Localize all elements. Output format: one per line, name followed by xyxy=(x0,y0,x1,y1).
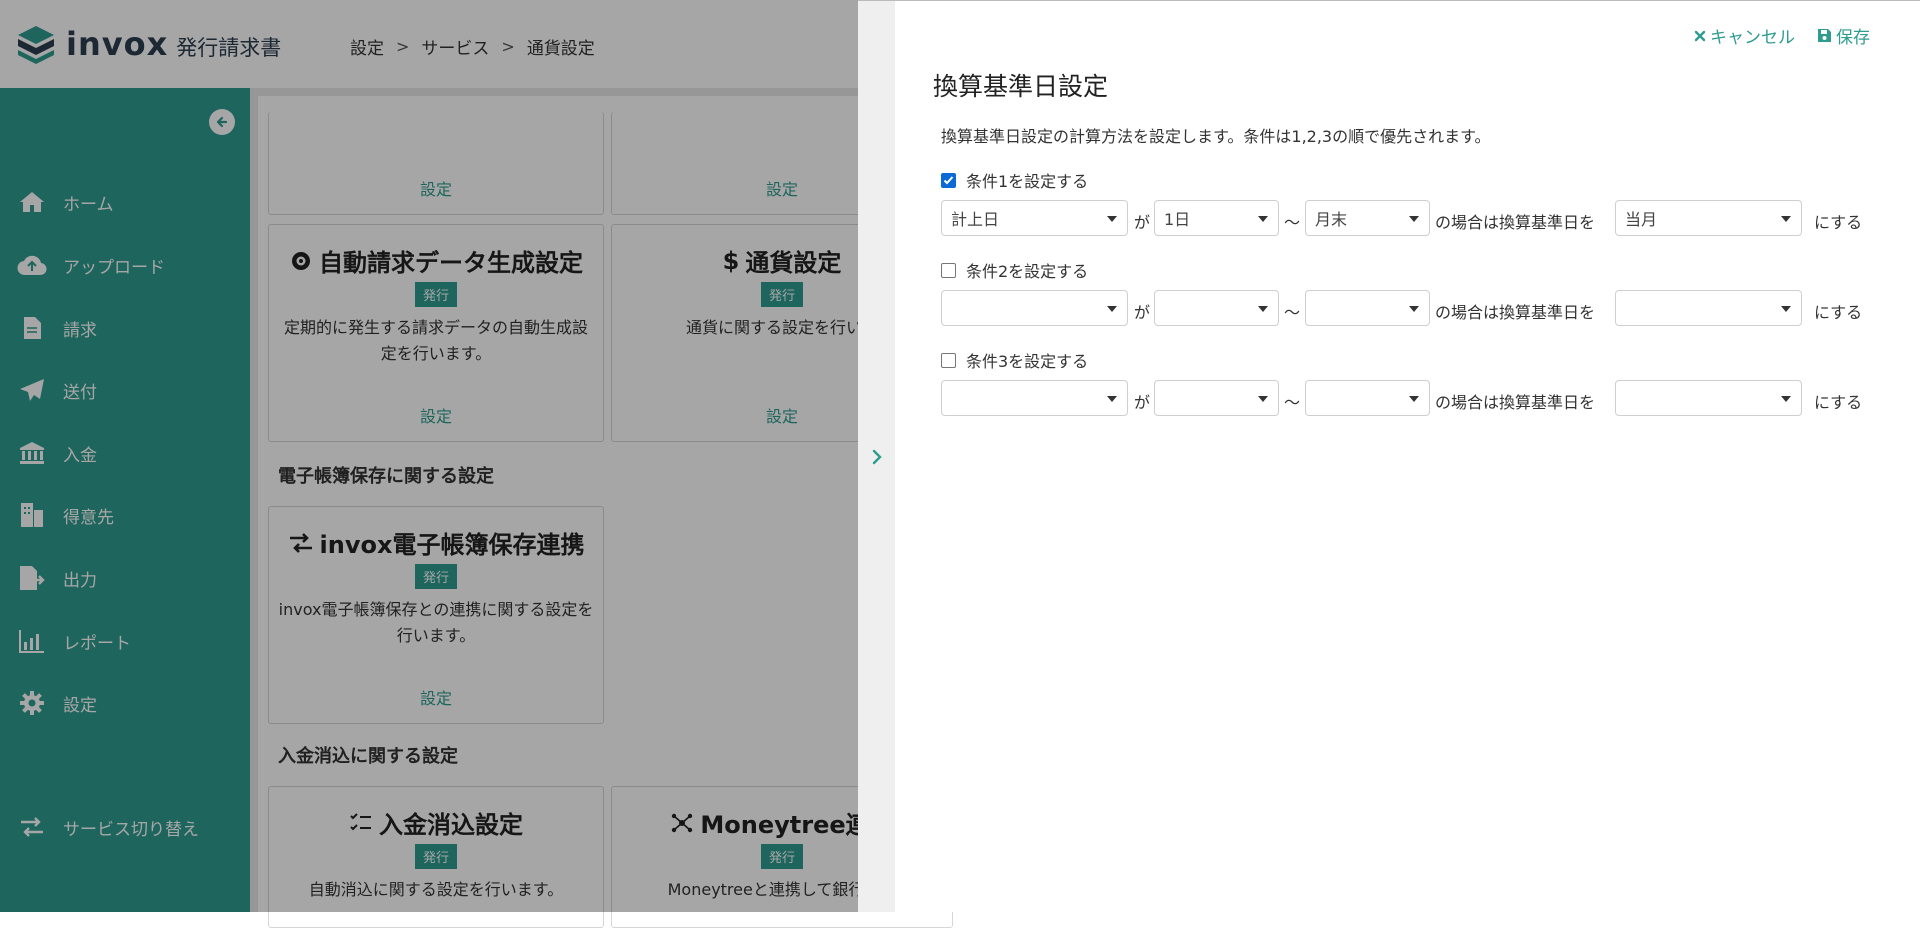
text-tilde: 〜 xyxy=(1284,303,1301,322)
text-make: にする xyxy=(1814,393,1863,412)
drawer-description: 換算基準日設定の計算方法を設定します。条件は1,2,3の順で優先されます。 xyxy=(941,127,1491,146)
text-tilde: 〜 xyxy=(1284,213,1301,232)
condition-3-checkbox[interactable] xyxy=(941,352,956,368)
caret-down-icon xyxy=(1781,216,1791,222)
condition-2-result-select[interactable] xyxy=(1615,290,1802,326)
drawer-collapse-handle[interactable] xyxy=(858,1,895,912)
drawer-actions: キャンセル 保存 xyxy=(1694,23,1870,48)
condition-3-from-select[interactable] xyxy=(1154,380,1279,416)
check-icon xyxy=(943,175,954,184)
condition-2-to-select[interactable] xyxy=(1305,290,1430,326)
condition-2-from-select[interactable] xyxy=(1154,290,1279,326)
condition-2-checkbox-row[interactable]: 条件2を設定する xyxy=(941,258,1088,282)
text-ga: が xyxy=(1134,393,1151,412)
condition-1-checkbox-row[interactable]: 条件1を設定する xyxy=(941,168,1088,192)
caret-down-icon xyxy=(1107,306,1117,312)
caret-down-icon xyxy=(1258,306,1268,312)
condition-2-checkbox[interactable] xyxy=(941,262,956,278)
caret-down-icon xyxy=(1258,396,1268,402)
text-tilde: 〜 xyxy=(1284,393,1301,412)
condition-3-checkbox-row[interactable]: 条件3を設定する xyxy=(941,348,1088,372)
caret-down-icon xyxy=(1409,306,1419,312)
caret-down-icon xyxy=(1781,306,1791,312)
condition-3-to-select[interactable] xyxy=(1305,380,1430,416)
drawer-title: 換算基準日設定 xyxy=(933,72,1109,101)
text-ga: が xyxy=(1134,213,1151,232)
text-when: の場合は換算基準日を xyxy=(1435,213,1596,232)
text-when: の場合は換算基準日を xyxy=(1435,303,1596,322)
condition-3-base-select[interactable] xyxy=(941,380,1128,416)
text-make: にする xyxy=(1814,213,1863,232)
condition-1-checkbox[interactable] xyxy=(941,172,956,188)
modal-overlay[interactable] xyxy=(0,0,858,912)
save-button[interactable]: 保存 xyxy=(1817,23,1870,48)
chevron-right-icon xyxy=(872,449,882,464)
condition-3-label: 条件3を設定する xyxy=(966,352,1089,371)
text-when: の場合は換算基準日を xyxy=(1435,393,1596,412)
cancel-button[interactable]: キャンセル xyxy=(1694,23,1795,48)
condition-1-base-select[interactable]: 計上日 xyxy=(941,200,1128,236)
caret-down-icon xyxy=(1409,396,1419,402)
caret-down-icon xyxy=(1258,216,1268,222)
condition-3-result-select[interactable] xyxy=(1615,380,1802,416)
condition-1-result-select[interactable]: 当月 xyxy=(1615,200,1802,236)
condition-2-base-select[interactable] xyxy=(941,290,1128,326)
condition-1-label: 条件1を設定する xyxy=(966,172,1089,191)
condition-1-to-select[interactable]: 月末 xyxy=(1305,200,1430,236)
caret-down-icon xyxy=(1107,396,1117,402)
text-make: にする xyxy=(1814,303,1863,322)
floppy-disk-icon xyxy=(1818,29,1831,42)
text-ga: が xyxy=(1134,303,1151,322)
caret-down-icon xyxy=(1107,216,1117,222)
caret-down-icon xyxy=(1781,396,1791,402)
conversion-date-drawer: キャンセル 保存 換算基準日設定 換算基準日設定の計算方法を設定します。条件は1… xyxy=(858,0,1920,912)
caret-down-icon xyxy=(1409,216,1419,222)
close-icon xyxy=(1694,30,1706,41)
condition-1-from-select[interactable]: 1日 xyxy=(1154,200,1279,236)
condition-2-label: 条件2を設定する xyxy=(966,262,1089,281)
